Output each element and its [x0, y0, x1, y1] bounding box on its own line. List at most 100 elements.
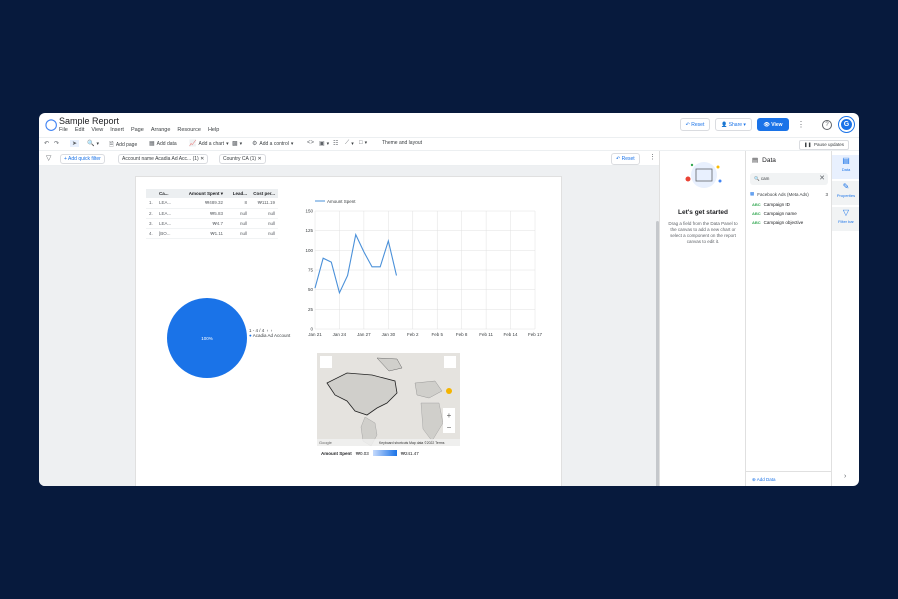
- add-circle-icon: ⊕: [752, 477, 756, 482]
- image-icon[interactable]: ▣ ▾: [319, 140, 329, 148]
- field-item[interactable]: ABC Campaign name: [752, 211, 797, 216]
- filter-chip-country[interactable]: Country CA (1) ✕: [219, 154, 266, 164]
- field-label: Campaign objective: [763, 220, 804, 225]
- tab-filter-bar[interactable]: ▽ Filter bar: [832, 207, 859, 231]
- col-cost-per[interactable]: Cost per...: [250, 189, 278, 198]
- filter-more-icon[interactable]: ⋮: [649, 153, 656, 161]
- map-google-logo: Google: [319, 440, 333, 445]
- col-campaign[interactable]: Ca...: [156, 189, 184, 198]
- menu-help[interactable]: Help: [208, 127, 219, 133]
- menu-view[interactable]: View: [91, 127, 103, 133]
- x-tick-label: Jan 21: [308, 332, 322, 337]
- add-page-button[interactable]: 🗎 Add page: [109, 140, 137, 150]
- map-locate-icon[interactable]: [320, 356, 332, 368]
- filter-chip-account-name[interactable]: Account name Acadia Ad Acc... (1) ✕: [118, 154, 209, 164]
- filter-funnel-icon[interactable]: ▽: [46, 154, 51, 162]
- map-region-north-america[interactable]: [326, 372, 398, 416]
- table-row[interactable]: 3. LEA... ₩4.7 null null: [146, 218, 278, 229]
- menu-resource[interactable]: Resource: [177, 127, 201, 133]
- add-data-link-label: Add Data: [756, 477, 776, 482]
- menu-insert[interactable]: Insert: [110, 127, 124, 133]
- x-tick-label: Feb 5: [431, 332, 443, 337]
- get-started-text: Drag a field from the Data Panel to the …: [668, 221, 738, 244]
- help-icon[interactable]: ?: [822, 120, 832, 130]
- zoom-icon[interactable]: 🔍 ▾: [87, 140, 99, 148]
- table-row[interactable]: 4. [BO... ₩1.11 null null: [146, 228, 278, 239]
- x-tick-label: Jan 24: [333, 332, 347, 337]
- pie-legend-label: Acadia Ad Account: [252, 333, 291, 338]
- filter-reset-button[interactable]: ↶ Reset: [611, 153, 640, 165]
- cell-campaign: [BO...: [156, 228, 184, 239]
- pause-updates-button[interactable]: ❚❚ Pause updates: [798, 140, 849, 150]
- theme-layout-button[interactable]: Theme and layout: [382, 140, 422, 146]
- menu-page[interactable]: Page: [131, 127, 144, 133]
- select-cursor-icon[interactable]: ➤: [70, 140, 80, 147]
- add-control-button[interactable]: ⚙ Add a control ▾: [252, 140, 293, 148]
- header-reset-button[interactable]: ↶ Reset: [680, 118, 710, 131]
- map-pegman-icon[interactable]: [446, 388, 452, 394]
- data-source-row[interactable]: ▩ Facebook Ads (Meta Ads) 3: [750, 191, 828, 197]
- col-amount-spent[interactable]: Amount Spent ▾: [184, 189, 226, 198]
- filter-icon: ▽: [842, 208, 850, 217]
- row-index: 3.: [146, 218, 156, 229]
- avatar[interactable]: G: [839, 117, 854, 132]
- line-chart[interactable]: Amount Spent 0 25 50 75 100 125 150 Jan 21 Jan 2…: [303, 195, 553, 347]
- community-viz-icon[interactable]: ▩ ▾: [232, 140, 242, 148]
- map-attribution[interactable]: Keyboard shortcuts Map data ©2022 Terms: [379, 441, 445, 445]
- amount-spent-series-line[interactable]: [314, 232, 398, 295]
- code-embed-icon[interactable]: <>: [307, 140, 314, 146]
- redo-icon[interactable]: ↷: [54, 140, 59, 147]
- menu-edit[interactable]: Edit: [75, 127, 84, 133]
- field-label: Campaign name: [763, 211, 797, 216]
- line-icon[interactable]: ⟋ ▾: [345, 140, 354, 147]
- tab-filter-bar-label: Filter bar: [838, 219, 854, 224]
- more-options-icon[interactable]: ⋮: [797, 118, 805, 131]
- x-tick-label: Jan 30: [382, 332, 396, 337]
- add-chart-button[interactable]: 📈 Add a chart ▾: [189, 140, 229, 148]
- data-panel-footer-divider: [746, 471, 832, 472]
- tab-properties-label: Properties: [836, 193, 856, 198]
- table-row[interactable]: 1. LEA... ₩489.32 8 ₩111.19: [146, 198, 278, 209]
- table-header-row: Ca... Amount Spent ▾ Lead... Cost per...: [146, 189, 278, 198]
- y-tick-label: 100: [305, 248, 313, 253]
- y-tick-label: 50: [308, 287, 314, 292]
- view-button[interactable]: 👁 View: [757, 118, 789, 131]
- pie-chart[interactable]: 100%: [166, 297, 248, 379]
- cell-amount: ₩1.11: [184, 228, 226, 239]
- undo-icon[interactable]: ↶: [44, 140, 49, 147]
- cell-leads: null: [226, 208, 250, 219]
- field-item[interactable]: ABC Campaign objective: [752, 220, 803, 225]
- geo-map[interactable]: + − Google Keyboard shortcuts Map data ©…: [317, 353, 460, 446]
- field-search-value: cam: [760, 176, 770, 181]
- shape-icon[interactable]: □ ▾: [359, 140, 367, 146]
- text-icon[interactable]: ☷: [333, 140, 338, 147]
- add-quick-filter-button[interactable]: + Add quick filter: [60, 154, 105, 164]
- menu-arrange[interactable]: Arrange: [151, 127, 171, 133]
- x-tick-label: Feb 8: [456, 332, 468, 337]
- map-zoom-in-icon[interactable]: +: [447, 411, 452, 420]
- dimension-field-icon: ABC: [752, 220, 761, 225]
- table-row[interactable]: 2. LEA... ₩5.83 null null: [146, 208, 278, 219]
- looker-studio-logo-icon[interactable]: ◯: [45, 119, 57, 131]
- field-item[interactable]: ABC Campaign ID: [752, 202, 790, 207]
- add-data-link[interactable]: ⊕ Add Data: [752, 477, 776, 483]
- tab-properties[interactable]: ✎ Properties: [832, 181, 859, 205]
- map-region-europe: [414, 380, 443, 399]
- map-legend-label: Amount Spent: [321, 450, 352, 456]
- report-page[interactable]: Ca... Amount Spent ▾ Lead... Cost per...…: [135, 176, 562, 486]
- report-title[interactable]: Sample Report: [59, 116, 119, 126]
- map-fullscreen-icon[interactable]: [444, 356, 456, 368]
- tab-data[interactable]: ▤ Data: [832, 155, 859, 179]
- add-chart-label: Add a chart: [198, 140, 225, 147]
- dimension-field-icon: ABC: [752, 202, 761, 207]
- report-canvas: Ca... Amount Spent ▾ Lead... Cost per...…: [39, 166, 659, 486]
- expand-panel-icon[interactable]: ›: [844, 473, 846, 480]
- col-leads[interactable]: Lead...: [226, 189, 250, 198]
- map-zoom-out-icon[interactable]: −: [447, 423, 452, 432]
- menu-file[interactable]: File: [59, 127, 68, 133]
- field-search-input[interactable]: 🔍 cam ✕: [750, 173, 828, 185]
- share-button[interactable]: 👤 Share ▾: [715, 118, 752, 131]
- clear-search-icon[interactable]: ✕: [819, 174, 825, 182]
- add-data-button[interactable]: ▦ Add data: [149, 140, 177, 148]
- data-table[interactable]: Ca... Amount Spent ▾ Lead... Cost per...…: [146, 189, 278, 239]
